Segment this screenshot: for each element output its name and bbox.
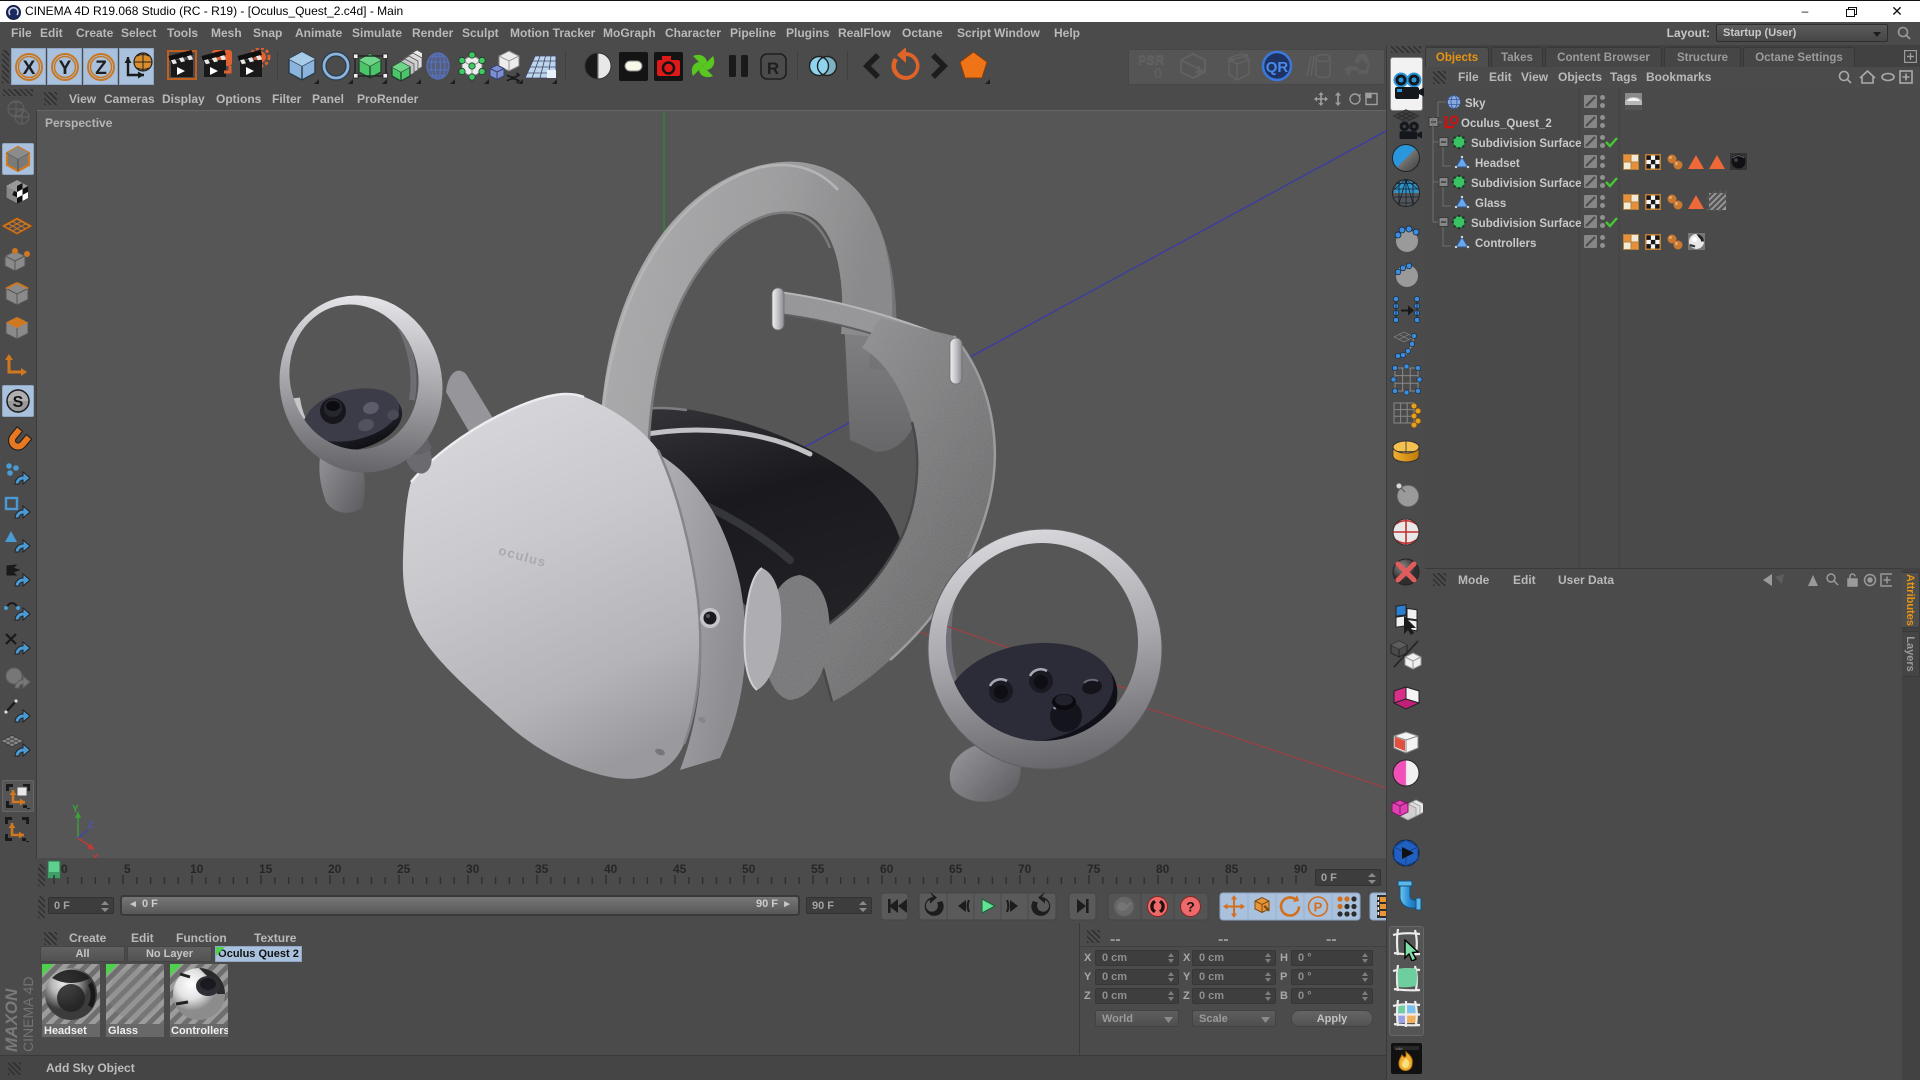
- svg-text:R: R: [767, 59, 779, 78]
- svg-text:25: 25: [397, 862, 411, 876]
- svg-text:30: 30: [466, 862, 480, 876]
- svg-text:Oculus_Quest_2: Oculus_Quest_2: [1461, 118, 1552, 130]
- svg-text:15: 15: [259, 862, 273, 876]
- svg-text:Glass: Glass: [1475, 198, 1506, 210]
- svg-text:QR: QR: [1266, 59, 1289, 76]
- svg-text:c4d: c4d: [1396, 1046, 1402, 1051]
- svg-text:0: 0: [1154, 65, 1162, 82]
- svg-text:60: 60: [880, 862, 894, 876]
- svg-text:Headset: Headset: [44, 1025, 87, 1037]
- svg-text:20: 20: [328, 862, 342, 876]
- svg-text:Subdivision Surface: Subdivision Surface: [1471, 218, 1582, 230]
- svg-text:CINEMA 4D: CINEMA 4D: [20, 977, 36, 1052]
- svg-text:Headset: Headset: [1475, 158, 1520, 170]
- svg-text:Controllers: Controllers: [171, 1025, 228, 1037]
- svg-text:S: S: [13, 394, 24, 411]
- svg-text:55: 55: [811, 862, 825, 876]
- svg-text:75: 75: [1087, 862, 1101, 876]
- svg-text:90: 90: [1294, 862, 1308, 876]
- svg-text:80: 80: [1156, 862, 1170, 876]
- svg-text:0: 0: [61, 862, 68, 876]
- svg-text:Y: Y: [72, 804, 79, 815]
- svg-text:65: 65: [949, 862, 963, 876]
- svg-text:Controllers: Controllers: [1475, 238, 1536, 250]
- svg-text:Sky: Sky: [1465, 98, 1486, 110]
- svg-text:X: X: [23, 58, 36, 79]
- svg-text:5: 5: [124, 862, 131, 876]
- svg-text:35: 35: [535, 862, 549, 876]
- svg-text:Y: Y: [59, 58, 72, 79]
- svg-text:Glass: Glass: [108, 1025, 138, 1037]
- svg-text:P: P: [1314, 900, 1323, 915]
- svg-text:40: 40: [604, 862, 618, 876]
- svg-text:Z: Z: [88, 820, 94, 830]
- svg-text:50: 50: [742, 862, 756, 876]
- svg-text:45: 45: [673, 862, 687, 876]
- svg-text:Z: Z: [95, 58, 107, 79]
- svg-text:?: ?: [1186, 899, 1195, 915]
- svg-text:Subdivision Surface: Subdivision Surface: [1471, 178, 1582, 190]
- svg-text:70: 70: [1018, 862, 1032, 876]
- svg-text:85: 85: [1225, 862, 1239, 876]
- svg-text:MAXON: MAXON: [2, 988, 21, 1052]
- svg-text:10: 10: [190, 862, 204, 876]
- svg-text:Subdivision Surface: Subdivision Surface: [1471, 138, 1582, 150]
